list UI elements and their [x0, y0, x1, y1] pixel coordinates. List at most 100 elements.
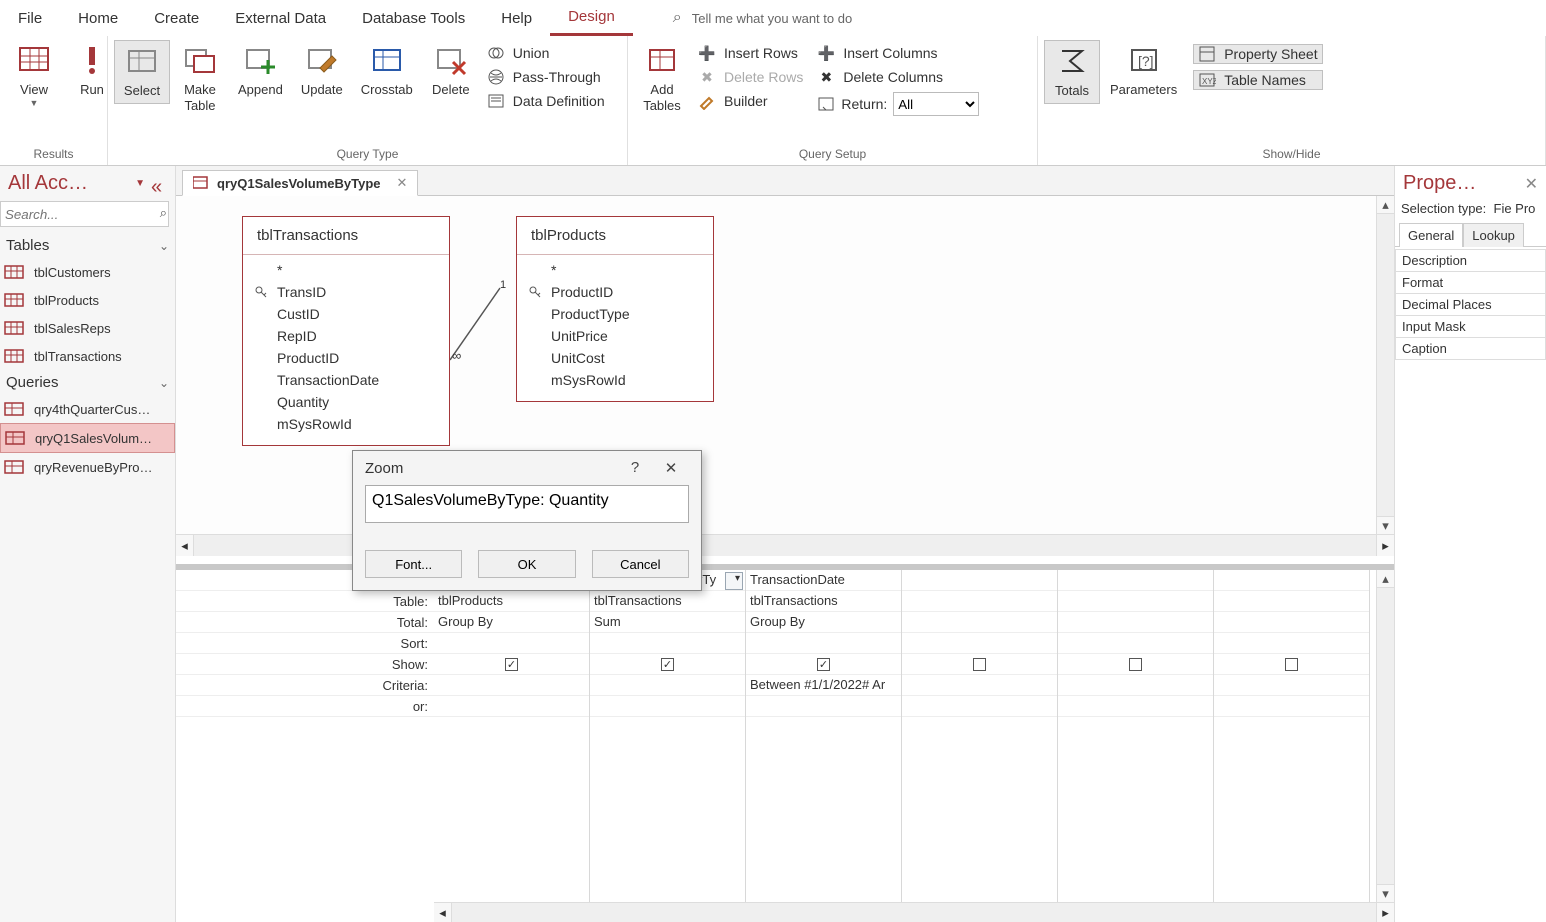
grid-cell-criteria[interactable] [902, 675, 1057, 696]
table-field[interactable]: mSysRowId [527, 369, 703, 391]
nav-item[interactable]: tblTransactions [0, 342, 175, 370]
shutter-collapse-icon[interactable]: « [151, 176, 167, 192]
checkbox[interactable] [1285, 658, 1298, 671]
grid-cell-criteria[interactable] [1058, 675, 1213, 696]
table-field[interactable]: UnitPrice [527, 325, 703, 347]
scroll-left-icon[interactable]: ◂ [434, 903, 452, 922]
grid-cell-or[interactable] [746, 696, 901, 717]
delete-cols-button[interactable]: ✖Delete Columns [817, 68, 979, 86]
property-sheet-button[interactable]: Property Sheet [1193, 44, 1322, 64]
scroll-up-icon[interactable]: ▴ [1377, 570, 1394, 588]
grid-cell-or[interactable] [1058, 696, 1213, 717]
property-row[interactable]: Caption [1395, 338, 1546, 360]
grid-cell-sort[interactable] [902, 633, 1057, 654]
nav-category[interactable]: Queries⌄ [0, 370, 175, 395]
tab-help[interactable]: Help [483, 2, 550, 35]
grid-column[interactable] [902, 570, 1058, 902]
ok-button[interactable]: OK [478, 550, 575, 578]
scroll-down-icon[interactable]: ▾ [1377, 884, 1394, 902]
nav-item[interactable]: qryRevenueByPro… [0, 453, 175, 481]
grid-column[interactable]: ProductTypetblProductsGroup By✓ [434, 570, 590, 902]
nav-item[interactable]: qryQ1SalesVolum… [0, 423, 175, 453]
grid-cell-table[interactable]: tblTransactions [746, 591, 901, 612]
grid-cell-total[interactable] [1214, 612, 1369, 633]
passthrough-button[interactable]: Pass-Through [487, 68, 605, 86]
prop-tab-general[interactable]: General [1399, 223, 1463, 247]
table-field[interactable]: Quantity [253, 391, 439, 413]
chevron-down-icon[interactable]: ▼ [135, 178, 145, 189]
checkbox[interactable]: ✓ [505, 658, 518, 671]
union-button[interactable]: Union [487, 44, 605, 62]
grid-column[interactable] [1058, 570, 1214, 902]
nav-item[interactable]: tblCustomers [0, 258, 175, 286]
checkbox[interactable]: ✓ [817, 658, 830, 671]
table-field[interactable]: ProductID [253, 347, 439, 369]
select-query-button[interactable]: Select [114, 40, 170, 104]
return-select[interactable]: All [893, 92, 979, 116]
cancel-button[interactable]: Cancel [592, 550, 689, 578]
grid-cell-show[interactable]: ✓ [434, 654, 589, 675]
update-button[interactable]: Update [293, 40, 351, 102]
table-tbl-transactions[interactable]: tblTransactions *TransIDCustIDRepIDProdu… [242, 216, 450, 446]
property-row[interactable]: Input Mask [1395, 316, 1546, 338]
vertical-scrollbar[interactable]: ▴ ▾ [1376, 196, 1394, 534]
table-field[interactable]: TransactionDate [253, 369, 439, 391]
grid-cell-criteria[interactable]: Between #1/1/2022# Ar [746, 675, 901, 696]
grid-column[interactable]: Q1SalesVolumeByTytblTransactionsSum✓ [590, 570, 746, 902]
grid-cell-table[interactable]: tblTransactions [590, 591, 745, 612]
grid-cell-or[interactable] [1214, 696, 1369, 717]
table-field[interactable]: UnitCost [527, 347, 703, 369]
table-field[interactable]: * [527, 259, 703, 281]
grid-cell-sort[interactable] [746, 633, 901, 654]
prop-tab-lookup[interactable]: Lookup [1463, 223, 1524, 247]
scroll-down-icon[interactable]: ▾ [1377, 516, 1394, 534]
grid-cell-sort[interactable] [434, 633, 589, 654]
nav-category[interactable]: Tables⌄ [0, 233, 175, 258]
crosstab-button[interactable]: Crosstab [353, 40, 421, 102]
grid-cell-field[interactable] [1058, 570, 1213, 591]
tab-file[interactable]: File [0, 2, 60, 35]
grid-cell-field[interactable] [902, 570, 1057, 591]
checkbox[interactable]: ✓ [661, 658, 674, 671]
grid-cell-criteria[interactable] [590, 675, 745, 696]
zoom-textarea[interactable] [365, 485, 689, 523]
checkbox[interactable] [1129, 658, 1142, 671]
grid-cell-table[interactable] [1214, 591, 1369, 612]
grid-cell-total[interactable] [1058, 612, 1213, 633]
property-row[interactable]: Description [1395, 249, 1546, 272]
add-tables-button[interactable]: Add Tables [634, 40, 690, 117]
insert-rows-button[interactable]: ➕Insert Rows [698, 44, 803, 62]
grid-cell-or[interactable] [434, 696, 589, 717]
table-field[interactable]: ProductID [527, 281, 703, 303]
grid-cell-table[interactable] [1058, 591, 1213, 612]
tab-home[interactable]: Home [60, 2, 136, 35]
nav-search-input[interactable] [0, 201, 169, 227]
tab-create[interactable]: Create [136, 2, 217, 35]
totals-button[interactable]: Totals [1044, 40, 1100, 104]
table-names-button[interactable]: XYZTable Names [1193, 70, 1322, 90]
close-icon[interactable]: ✕ [653, 459, 689, 477]
datadef-button[interactable]: Data Definition [487, 92, 605, 110]
nav-item[interactable]: tblSalesReps [0, 314, 175, 342]
close-icon[interactable]: ✕ [1525, 174, 1538, 194]
table-field[interactable]: * [253, 259, 439, 281]
parameters-button[interactable]: [?] Parameters [1102, 40, 1185, 102]
vertical-scrollbar[interactable]: ▴ ▾ [1376, 570, 1394, 902]
grid-cell-or[interactable] [590, 696, 745, 717]
grid-cell-field[interactable] [1214, 570, 1369, 591]
append-button[interactable]: Append [230, 40, 291, 102]
grid-cell-show[interactable]: ✓ [590, 654, 745, 675]
grid-cell-table[interactable] [902, 591, 1057, 612]
property-row[interactable]: Format [1395, 272, 1546, 294]
grid-cell-criteria[interactable] [1214, 675, 1369, 696]
close-icon[interactable]: ✕ [397, 175, 408, 191]
scroll-left-icon[interactable]: ◂ [176, 535, 194, 556]
grid-cell-total[interactable] [902, 612, 1057, 633]
horizontal-scrollbar[interactable]: ◂ ▸ [434, 902, 1394, 922]
table-tbl-products[interactable]: tblProducts *ProductIDProductTypeUnitPri… [516, 216, 714, 402]
help-icon[interactable]: ? [617, 459, 653, 477]
font-button[interactable]: Font... [365, 550, 462, 578]
grid-cell-sort[interactable] [590, 633, 745, 654]
grid-column[interactable]: TransactionDatetblTransactionsGroup By✓B… [746, 570, 902, 902]
table-field[interactable]: mSysRowId [253, 413, 439, 435]
